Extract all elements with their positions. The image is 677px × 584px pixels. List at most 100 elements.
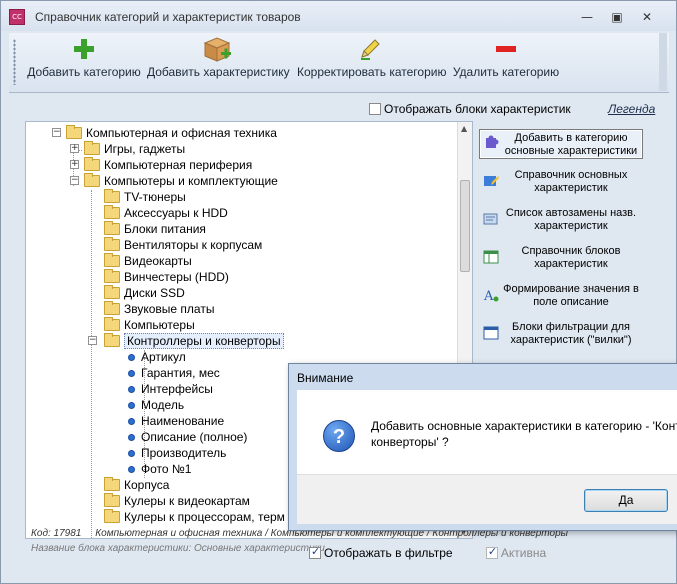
expand-icon[interactable]: + [70, 144, 79, 153]
tree-node[interactable]: Корпуса [104, 477, 169, 493]
tree-node-label: TV-тюнеры [124, 190, 186, 204]
active-checkbox[interactable] [485, 545, 498, 559]
close-button[interactable]: ✕ [635, 9, 659, 25]
autoreplace-list-label: Список автозамены назв. характеристик [505, 207, 637, 232]
autoreplace-list-button[interactable]: Список автозамены назв. характеристик [479, 207, 643, 237]
scroll-up-icon[interactable]: ▲ [461, 124, 467, 133]
edit-category-button[interactable]: Корректировать категорию [297, 37, 447, 79]
tree-node-label: Звуковые платы [124, 302, 215, 316]
dialog-message-line1: Добавить основные характеристики в катег… [371, 419, 677, 433]
dialog-message: Добавить основные характеристики в катег… [371, 418, 677, 450]
text-format-icon: A [483, 289, 499, 303]
show-in-filter-option[interactable]: Отображать в фильтре [309, 545, 453, 560]
svg-text:A: A [483, 289, 494, 303]
tree-node[interactable]: Винчестеры (HDD) [104, 269, 229, 285]
tree-node-selected[interactable]: − Контроллеры и конверторы [88, 333, 284, 349]
folder-icon [104, 269, 120, 283]
tree-node[interactable]: TV-тюнеры [104, 189, 186, 205]
tree-node-label: Артикул [141, 350, 186, 364]
tree-node[interactable]: − Компьютерная и офисная техника [52, 125, 277, 141]
tree-leaf[interactable]: Описание (полное) [128, 429, 247, 445]
tree-node-label: Контроллеры и конверторы [124, 333, 284, 349]
window-title: Справочник категорий и характеристик тов… [35, 10, 301, 24]
tree-node[interactable]: Кулеры к видеокартам [104, 493, 250, 509]
tree-leaf[interactable]: Гарантия, мес [128, 365, 220, 381]
document-icon [483, 213, 498, 225]
tree-leaf[interactable]: Интерфейсы [128, 381, 213, 397]
tree-line [91, 190, 92, 538]
dialog-title: Внимание [297, 371, 354, 385]
toolbar-grip[interactable] [13, 39, 16, 85]
tree-node[interactable]: Видеокарты [104, 253, 192, 269]
desc-value-button[interactable]: A Формирование значения в поле описание [479, 283, 643, 313]
show-in-filter-checkbox[interactable] [309, 545, 321, 559]
tree-node-label: Гарантия, мес [141, 366, 220, 380]
edit-category-label: Корректировать категорию [297, 65, 447, 79]
collapse-icon[interactable]: − [70, 176, 79, 185]
property-dot-icon [128, 434, 135, 441]
add-category-button[interactable]: Добавить категорию [25, 37, 143, 79]
desc-value-label: Формирование значения в поле описание [503, 283, 639, 308]
tree-node-label: Фото №1 [141, 462, 192, 476]
show-blocks-checkbox[interactable] [369, 103, 381, 115]
tree-leaf[interactable]: Модель [128, 397, 184, 413]
collapse-icon[interactable]: − [88, 336, 97, 345]
main-characteristics-ref-button[interactable]: Справочник основных характеристик [479, 169, 643, 199]
tree-leaf[interactable]: Артикул [128, 349, 186, 365]
show-blocks-option[interactable]: Отображать блоки характеристик [369, 102, 571, 116]
tree-node[interactable]: Кулеры к процессорам, терм [104, 509, 285, 525]
toolbar-scroll[interactable] [659, 33, 667, 91]
folder-icon [84, 141, 100, 155]
property-dot-icon [128, 466, 135, 473]
folder-icon [84, 157, 100, 171]
delete-category-button[interactable]: Удалить категорию [451, 37, 561, 79]
dialog-footer: Да [297, 474, 677, 524]
tree-node[interactable]: Вентиляторы к корпусам [104, 237, 262, 253]
tree-node[interactable]: + Компьютерная периферия [70, 157, 252, 173]
tree-node-label: Корпуса [124, 478, 170, 492]
expand-icon[interactable]: + [70, 160, 79, 169]
property-dot-icon [128, 418, 135, 425]
blocks-ref-button[interactable]: Справочник блоков характеристик [479, 245, 643, 275]
edit-list-icon [484, 176, 499, 186]
filter-blocks-button[interactable]: Блоки фильтрации для характеристик ("вил… [479, 321, 643, 351]
yes-button[interactable]: Да [584, 489, 668, 512]
tree-node-label: Производитель [141, 446, 227, 460]
tree-node-label: Компьютерная периферия [104, 158, 253, 172]
tree-node-label: Винчестеры (HDD) [124, 270, 229, 284]
scroll-thumb[interactable] [460, 180, 470, 272]
maximize-button[interactable]: ▣ [605, 9, 629, 25]
tree-node-label: Кулеры к процессорам, терм [124, 510, 285, 524]
property-dot-icon [128, 402, 135, 409]
tree-leaf[interactable]: Производитель [128, 445, 226, 461]
block-name: Название блока характеристики: Основные … [31, 543, 325, 554]
tree-node-label: Аксессуары к HDD [124, 206, 228, 220]
folder-icon [104, 221, 120, 235]
tree-node[interactable]: Диски SSD [104, 285, 185, 301]
tree-node[interactable]: − Компьютеры и комплектующие [70, 173, 278, 189]
tree-node[interactable]: Компьютеры [104, 317, 195, 333]
tree-node[interactable]: Блоки питания [104, 221, 206, 237]
add-characteristic-button[interactable]: Добавить характеристику [147, 37, 290, 79]
tree-leaf[interactable]: Наименование [128, 413, 224, 429]
folder-icon [104, 477, 120, 491]
legend-link[interactable]: Легенда [608, 102, 655, 116]
main-window: CC Справочник категорий и характеристик … [0, 0, 677, 584]
tree-leaf[interactable]: Фото №1 [128, 461, 191, 477]
minimize-button[interactable]: — [575, 9, 599, 25]
toolbar: Добавить категорию Добавить характеристи… [9, 33, 669, 93]
collapse-icon[interactable]: − [52, 128, 61, 137]
minus-icon [496, 46, 516, 52]
folder-icon [84, 173, 100, 187]
active-option[interactable]: Активна [485, 545, 546, 560]
tree-node-label: Игры, гаджеты [104, 142, 186, 156]
tree-node[interactable]: Звуковые платы [104, 301, 214, 317]
tree-node[interactable]: + Игры, гаджеты [70, 141, 185, 157]
add-main-characteristics-button[interactable]: Добавить в категорию основные характерис… [479, 129, 643, 159]
dialog-body: ? Добавить основные характеристики в кат… [297, 390, 677, 474]
tree-node[interactable]: Аксессуары к HDD [104, 205, 228, 221]
bottom-options: Отображать в фильтре Активна [309, 545, 546, 560]
folder-icon [104, 333, 120, 347]
filter-blocks-label: Блоки фильтрации для характеристик ("вил… [510, 321, 632, 346]
plus-icon [74, 39, 94, 59]
